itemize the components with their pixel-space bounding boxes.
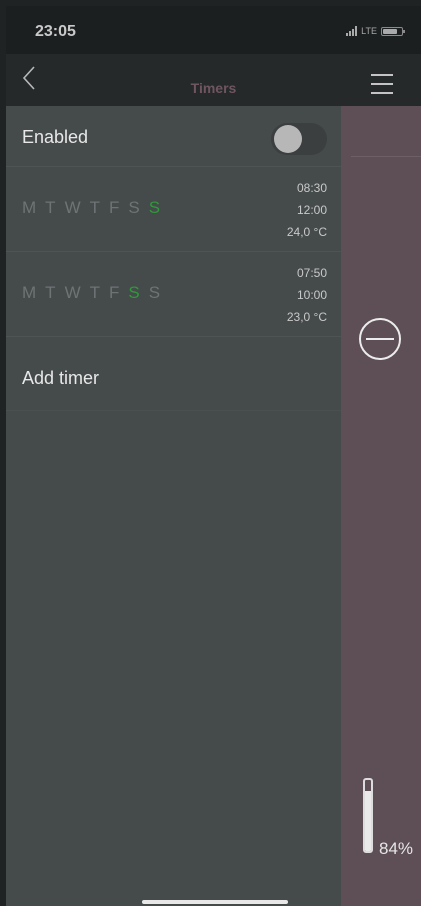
timer-end: 12:00	[296, 203, 327, 217]
signal-icon	[346, 26, 358, 36]
day-tuesday: T	[45, 198, 56, 217]
timer-start: 07:50	[296, 266, 327, 280]
day-wednesday: W	[64, 283, 81, 302]
hamburger-menu-icon	[371, 74, 393, 94]
enabled-label: Enabled	[22, 127, 89, 147]
divider	[351, 156, 421, 157]
menu-button[interactable]	[371, 74, 393, 94]
timer-temperature: 23,0 °C	[286, 310, 327, 324]
level-fill	[365, 791, 371, 851]
battery-icon	[381, 26, 405, 36]
timer-temperature: 24,0 °C	[286, 225, 327, 239]
timer-row[interactable]: M T W T F S S 08:30 12:00 24,0 °C	[6, 167, 341, 252]
day-monday: M	[22, 283, 37, 302]
timer-start: 08:30	[296, 181, 327, 195]
page-title: Timers	[190, 80, 237, 96]
app-screen: 23:05 LTE Timers Enabled M T W T F S S 0…	[6, 6, 421, 906]
level-indicator	[363, 778, 373, 853]
status-indicators: LTE	[346, 26, 405, 36]
network-type: LTE	[361, 26, 377, 36]
timers-panel: Enabled M T W T F S S 08:30 12:00 24,0 °…	[6, 106, 341, 906]
timer-row[interactable]: M T W T F S S 07:50 10:00 23,0 °C	[6, 252, 341, 337]
day-thursday: T	[89, 283, 100, 302]
home-indicator[interactable]	[142, 900, 288, 904]
enabled-row: Enabled	[6, 106, 341, 167]
day-saturday: S	[128, 283, 140, 302]
minus-circle-icon	[359, 318, 401, 360]
enabled-toggle[interactable]	[271, 123, 327, 155]
level-percent: 84%	[379, 839, 414, 858]
day-tuesday: T	[45, 283, 56, 302]
timer-days: M T W T F S S	[22, 283, 160, 303]
add-timer-button[interactable]: Add timer	[6, 348, 341, 411]
side-panel: 84%	[341, 106, 421, 906]
day-saturday: S	[128, 198, 140, 217]
day-friday: F	[109, 198, 120, 217]
day-thursday: T	[89, 198, 100, 217]
timer-details: 08:30 12:00 24,0 °C	[287, 177, 327, 243]
timer-details: 07:50 10:00 23,0 °C	[287, 262, 327, 328]
nav-bar: Timers	[6, 54, 421, 106]
status-bar: 23:05 LTE	[6, 6, 421, 54]
status-time: 23:05	[35, 23, 76, 40]
timer-end: 10:00	[296, 288, 327, 302]
toggle-knob	[274, 125, 302, 153]
decrease-button[interactable]	[357, 316, 403, 362]
day-monday: M	[22, 198, 37, 217]
timer-days: M T W T F S S	[22, 198, 160, 218]
day-friday: F	[109, 283, 120, 302]
add-timer-label: Add timer	[22, 368, 100, 388]
day-sunday: S	[148, 198, 161, 217]
day-wednesday: W	[64, 198, 81, 217]
day-sunday: S	[148, 283, 161, 302]
